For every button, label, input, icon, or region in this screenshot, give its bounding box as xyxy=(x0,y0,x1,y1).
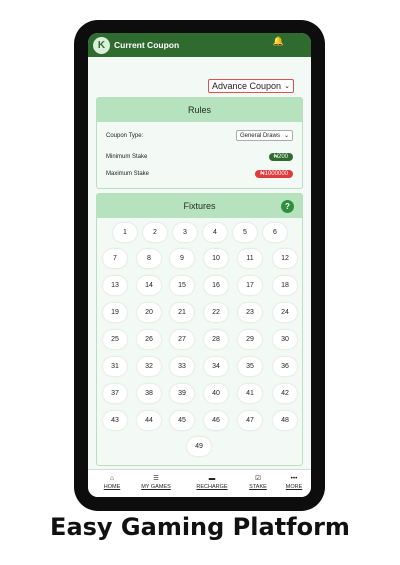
max-stake-label: Maximum Stake xyxy=(106,171,150,177)
checkbox-icon: ☑ xyxy=(255,475,261,482)
coupon-type-select[interactable]: General Draws ⌄ xyxy=(235,130,293,141)
min-stake-label: Minimum Stake xyxy=(106,154,148,160)
fixture-number-27[interactable]: 27 xyxy=(170,330,194,349)
fixture-number-26[interactable]: 26 xyxy=(137,330,161,349)
fixture-number-36[interactable]: 36 xyxy=(273,357,297,376)
chevron-down-icon: ⌄ xyxy=(284,83,290,90)
fixture-number-34[interactable]: 34 xyxy=(204,357,228,376)
bottom-nav: ⌂ HOME ☰ MY GAMES ▬ RECHARGE ☑ STAKE •••… xyxy=(88,469,311,497)
fixture-number-6[interactable]: 6 xyxy=(263,223,287,242)
fixture-number-45[interactable]: 45 xyxy=(170,411,194,430)
fixture-number-17[interactable]: 17 xyxy=(238,276,262,295)
fixture-number-7[interactable]: 7 xyxy=(103,249,127,268)
fixture-number-19[interactable]: 19 xyxy=(103,303,127,322)
rules-panel: Rules Coupon Type: General Draws ⌄ Minim… xyxy=(96,97,303,189)
help-icon[interactable]: ? xyxy=(281,200,294,213)
more-icon: ••• xyxy=(290,475,298,482)
tagline: Easy Gaming Platform xyxy=(50,513,350,541)
fixture-number-23[interactable]: 23 xyxy=(238,303,262,322)
fixture-number-35[interactable]: 35 xyxy=(238,357,262,376)
home-icon: ⌂ xyxy=(110,475,114,482)
fixture-number-43[interactable]: 43 xyxy=(103,411,127,430)
fixture-number-47[interactable]: 47 xyxy=(238,411,262,430)
fixture-number-24[interactable]: 24 xyxy=(273,303,297,322)
bell-icon[interactable]: 🔔 xyxy=(273,36,284,47)
max-stake-row: Maximum Stake ₦1000000 xyxy=(106,170,293,178)
fixture-number-22[interactable]: 22 xyxy=(204,303,228,322)
nav-home[interactable]: ⌂ HOME xyxy=(92,474,132,490)
logo-glyph: K xyxy=(97,39,106,51)
max-stake-badge: ₦1000000 xyxy=(255,170,293,178)
nav-more[interactable]: ••• MORE xyxy=(274,474,311,490)
nav-my-games-label: MY GAMES xyxy=(141,484,171,490)
fixture-number-30[interactable]: 30 xyxy=(273,330,297,349)
app-title: Current Coupon xyxy=(114,40,180,50)
fixture-number-40[interactable]: 40 xyxy=(204,384,228,403)
fixture-number-29[interactable]: 29 xyxy=(238,330,262,349)
fixture-number-13[interactable]: 13 xyxy=(103,276,127,295)
app-logo: K xyxy=(93,36,110,54)
app-screen: K Current Coupon 🔔 Advance Coupon ⌄ Rule… xyxy=(88,33,311,497)
fixture-number-18[interactable]: 18 xyxy=(273,276,297,295)
fixture-number-33[interactable]: 33 xyxy=(170,357,194,376)
fixture-number-14[interactable]: 14 xyxy=(137,276,161,295)
card-icon: ▬ xyxy=(208,475,216,482)
min-stake-row: Minimum Stake ₦200 xyxy=(106,153,293,161)
fixture-number-10[interactable]: 10 xyxy=(204,249,228,268)
nav-recharge-label: RECHARGE xyxy=(196,484,228,490)
help-glyph: ? xyxy=(285,202,290,211)
fixture-number-38[interactable]: 38 xyxy=(137,384,161,403)
fixture-number-48[interactable]: 48 xyxy=(273,411,297,430)
fixtures-title: Fixtures xyxy=(183,201,216,211)
fixture-number-16[interactable]: 16 xyxy=(204,276,228,295)
min-stake-badge: ₦200 xyxy=(268,153,293,161)
coupon-mode-select[interactable]: Advance Coupon ⌄ xyxy=(208,79,294,93)
nav-more-label: MORE xyxy=(285,484,303,490)
coupon-type-label: Coupon Type: xyxy=(106,132,144,139)
fixture-number-37[interactable]: 37 xyxy=(103,384,127,403)
nav-recharge[interactable]: ▬ RECHARGE xyxy=(192,474,232,490)
fixture-number-41[interactable]: 41 xyxy=(238,384,262,403)
coupon-type-value: General Draws xyxy=(239,132,280,139)
fixture-number-12[interactable]: 12 xyxy=(273,249,297,268)
fixture-number-21[interactable]: 21 xyxy=(170,303,194,322)
fixture-number-32[interactable]: 32 xyxy=(137,357,161,376)
coupon-type-row: Coupon Type: General Draws ⌄ xyxy=(106,130,293,141)
fixture-number-2[interactable]: 2 xyxy=(143,223,167,242)
fixtures-heading: Fixtures ? xyxy=(97,194,302,218)
fixture-number-4[interactable]: 4 xyxy=(203,223,227,242)
fixture-number-20[interactable]: 20 xyxy=(137,303,161,322)
fixture-number-3[interactable]: 3 xyxy=(173,223,197,242)
fixture-number-44[interactable]: 44 xyxy=(137,411,161,430)
fixture-number-5[interactable]: 5 xyxy=(233,223,257,242)
fixtures-panel: Fixtures ? 1 2 3 4 5 6 7 8 9 10 11 12 13 14 15 16 17 18 19… xyxy=(96,193,303,466)
rules-heading: Rules xyxy=(97,98,302,122)
fixture-number-25[interactable]: 25 xyxy=(103,330,127,349)
fixture-number-42[interactable]: 42 xyxy=(273,384,297,403)
nav-stake-label: STAKE xyxy=(249,484,267,490)
nav-home-label: HOME xyxy=(103,484,121,490)
fixture-number-15[interactable]: 15 xyxy=(170,276,194,295)
fixture-number-49[interactable]: 49 xyxy=(187,437,211,456)
fixture-number-11[interactable]: 11 xyxy=(238,249,262,268)
fixture-number-1[interactable]: 1 xyxy=(113,223,137,242)
coupon-mode-value: Advance Coupon xyxy=(212,81,282,91)
fixture-number-9[interactable]: 9 xyxy=(170,249,194,268)
fixture-number-39[interactable]: 39 xyxy=(170,384,194,403)
fixture-number-46[interactable]: 46 xyxy=(204,411,228,430)
fixture-number-28[interactable]: 28 xyxy=(204,330,228,349)
nav-stake[interactable]: ☑ STAKE xyxy=(238,474,278,490)
fixture-number-8[interactable]: 8 xyxy=(137,249,161,268)
chevron-down-icon: ⌄ xyxy=(283,133,289,139)
fixture-number-31[interactable]: 31 xyxy=(103,357,127,376)
nav-my-games[interactable]: ☰ MY GAMES xyxy=(136,474,176,490)
list-icon: ☰ xyxy=(153,475,159,482)
app-bar: K Current Coupon 🔔 xyxy=(88,33,311,57)
